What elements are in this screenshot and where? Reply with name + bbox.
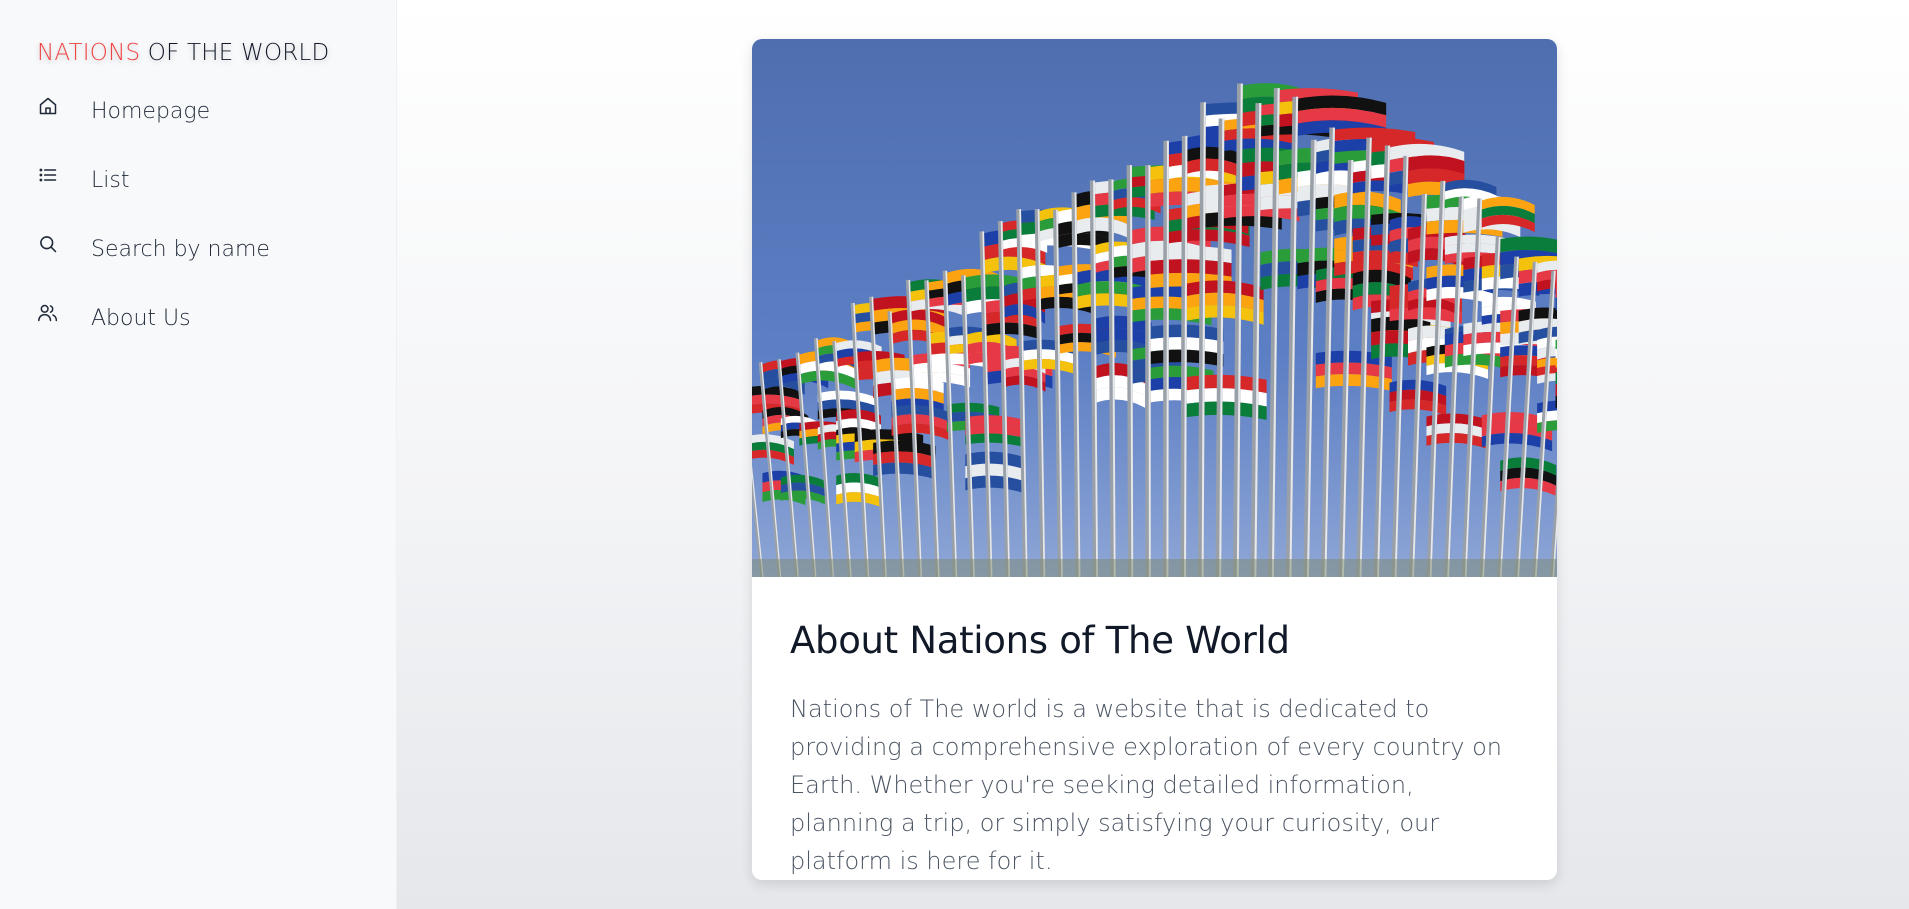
brand-rest: OF THE WORLD	[140, 40, 330, 66]
sidebar-item-label: Homepage	[91, 98, 211, 124]
brand-logo[interactable]: NATIONS OF THE WORLD	[37, 40, 396, 66]
about-description: Nations of The world is a website that i…	[790, 695, 1502, 875]
sidebar: NATIONS OF THE WORLD Homepage List Searc…	[0, 0, 397, 909]
sidebar-item-label: Search by name	[91, 236, 270, 262]
list-icon	[37, 164, 59, 186]
sidebar-item-label: List	[91, 167, 130, 193]
sidebar-item-homepage[interactable]: Homepage	[37, 92, 396, 130]
search-icon	[37, 233, 59, 255]
main-content: About Nations of The World Nations of Th…	[397, 0, 1909, 909]
brand-accent: NATIONS	[37, 40, 141, 66]
page-title: About Nations of The World	[790, 619, 1290, 662]
flags-photo	[752, 39, 1557, 577]
sidebar-item-list[interactable]: List	[37, 161, 396, 199]
users-icon	[37, 302, 59, 324]
about-card: About Nations of The World Nations of Th…	[752, 39, 1557, 880]
sidebar-item-search[interactable]: Search by name	[37, 230, 396, 268]
sidebar-item-about[interactable]: About Us	[37, 299, 396, 337]
sidebar-item-label: About Us	[91, 305, 191, 331]
home-icon	[37, 95, 59, 117]
